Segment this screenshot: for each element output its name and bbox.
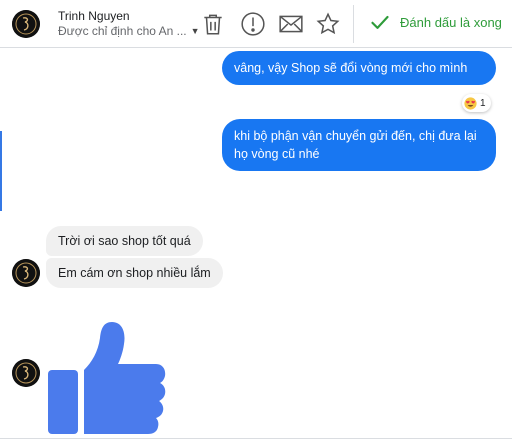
left-edge-accent: [0, 131, 2, 211]
mail-icon[interactable]: [278, 11, 304, 37]
header-divider: [353, 5, 354, 43]
star-icon[interactable]: [315, 11, 341, 37]
contact-avatar[interactable]: [12, 10, 40, 38]
incoming-message[interactable]: Em cám ơn shop nhiều lắm: [46, 258, 223, 288]
caret-down-icon: ▼: [190, 26, 200, 36]
incoming-message[interactable]: Trời ơi sao shop tốt quá: [46, 226, 203, 256]
mark-done-button[interactable]: Đánh dấu là xong: [370, 12, 502, 32]
heart-eyes-emoji-icon: [464, 96, 477, 110]
alert-icon[interactable]: [240, 11, 266, 37]
sender-avatar[interactable]: [12, 259, 40, 287]
assigned-to-label: Được chỉ định cho An ...: [58, 24, 187, 38]
thumbs-up-icon[interactable]: [44, 318, 166, 434]
check-icon: [370, 12, 390, 32]
conversation-header: Trinh Nguyen Được chỉ định cho An ... ▼ …: [0, 0, 512, 48]
assignment-dropdown[interactable]: Được chỉ định cho An ... ▼: [58, 24, 200, 38]
trash-icon[interactable]: [200, 11, 226, 37]
outgoing-message[interactable]: vâng, vậy Shop sẽ đổi vòng mới cho mình: [222, 51, 496, 85]
contact-name: Trinh Nguyen: [58, 9, 130, 23]
outgoing-message[interactable]: khi bộ phận vận chuyển gửi đến, chị đưa …: [222, 119, 496, 171]
composer-divider: [0, 438, 512, 439]
reaction-count: 1: [480, 97, 486, 109]
mark-done-label: Đánh dấu là xong: [400, 14, 502, 30]
message-reaction[interactable]: 1: [462, 94, 491, 112]
sender-avatar[interactable]: [12, 359, 40, 387]
